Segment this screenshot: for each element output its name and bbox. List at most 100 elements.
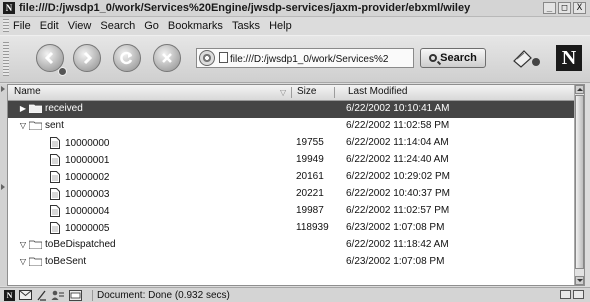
- file-row[interactable]: 10000004 19987 6/22/2002 11:02:57 PM: [8, 203, 576, 220]
- close-button[interactable]: X: [573, 2, 586, 14]
- window-title: file:///D:/jwsdp1_0/work/Services%20Engi…: [19, 2, 471, 14]
- stop-button[interactable]: [153, 44, 181, 72]
- title-bar: N file:///D:/jwsdp1_0/work/Services%20En…: [0, 0, 590, 17]
- forward-button[interactable]: [73, 44, 101, 72]
- file-icon: [50, 205, 60, 217]
- menu-go[interactable]: Go: [144, 20, 159, 32]
- file-modified: 6/22/2002 11:14:04 AM: [346, 137, 449, 148]
- search-label: Search: [440, 52, 477, 64]
- security-icon: [573, 290, 584, 299]
- folder-row-tobesent[interactable]: ▽ toBeSent 6/23/2002 1:07:08 PM: [8, 254, 576, 271]
- vertical-scrollbar[interactable]: [574, 85, 584, 285]
- column-header-last-modified[interactable]: Last Modified: [348, 86, 407, 97]
- print-icon[interactable]: [511, 47, 543, 69]
- file-size: 19755: [296, 137, 324, 148]
- file-icon: [50, 222, 60, 234]
- file-name: toBeDispatched: [45, 239, 116, 250]
- file-modified: 6/22/2002 11:18:42 AM: [346, 239, 449, 250]
- file-size: 20221: [296, 188, 324, 199]
- connection-icon: [560, 290, 571, 299]
- expanded-twisty-icon[interactable]: ▽: [18, 240, 28, 249]
- stop-icon: [162, 53, 172, 63]
- page-icon: [219, 51, 228, 63]
- file-name: 10000001: [65, 154, 110, 166]
- reload-button[interactable]: [113, 44, 141, 72]
- menubar-grip[interactable]: [3, 19, 9, 32]
- scroll-up-button[interactable]: [575, 85, 584, 94]
- file-name: received: [45, 103, 83, 114]
- netscape-icon[interactable]: N: [4, 289, 15, 301]
- menu-file[interactable]: File: [13, 20, 31, 32]
- mail-icon[interactable]: [19, 290, 32, 301]
- search-icon: [429, 54, 438, 62]
- file-row[interactable]: 10000005 118939 6/23/2002 1:07:08 PM: [8, 220, 576, 237]
- file-size: 20161: [296, 171, 324, 182]
- search-button[interactable]: Search: [420, 48, 486, 68]
- maximize-button[interactable]: □: [558, 2, 571, 14]
- file-modified: 6/22/2002 10:10:41 AM: [346, 103, 450, 114]
- toolbar-grip[interactable]: [3, 42, 9, 76]
- column-divider[interactable]: [334, 87, 335, 98]
- file-modified: 6/22/2002 10:40:37 PM: [346, 188, 450, 199]
- column-header-name[interactable]: Name: [14, 86, 41, 97]
- forward-icon: [83, 51, 93, 65]
- menu-edit[interactable]: Edit: [40, 20, 59, 32]
- folder-row-received[interactable]: ▶ received 6/22/2002 10:10:41 AM: [8, 101, 576, 118]
- folder-row-tobedispatched[interactable]: ▽ toBeDispatched 6/22/2002 11:18:42 AM: [8, 237, 576, 254]
- folder-icon: [29, 104, 42, 113]
- scroll-thumb[interactable]: [575, 95, 584, 269]
- browser-window: N file:///D:/jwsdp1_0/work/Services%20En…: [0, 0, 590, 302]
- online-status-indicator[interactable]: [560, 290, 586, 299]
- chat-icon[interactable]: [69, 289, 82, 301]
- reload-icon: [120, 51, 133, 65]
- sidebar-toggle-strip[interactable]: [0, 84, 7, 286]
- back-history-dropdown[interactable]: [58, 67, 67, 76]
- file-size: 19949: [296, 154, 324, 165]
- file-name: 10000003: [65, 188, 110, 200]
- collapsed-twisty-icon[interactable]: ▶: [18, 104, 28, 113]
- status-bar: N Document: Done (0.932 secs): [0, 287, 590, 302]
- minimize-button[interactable]: _: [543, 2, 556, 14]
- file-row[interactable]: 10000002 20161 6/22/2002 10:29:02 PM: [8, 169, 576, 186]
- file-modified: 6/22/2002 11:02:57 PM: [346, 205, 450, 216]
- menu-view[interactable]: View: [68, 20, 92, 32]
- sort-arrow-icon[interactable]: ▽: [280, 88, 286, 97]
- column-header-size[interactable]: Size: [297, 86, 316, 97]
- file-modified: 6/23/2002 1:07:08 PM: [346, 256, 445, 267]
- sidebar-open-arrow-icon[interactable]: [1, 86, 5, 92]
- scroll-down-button[interactable]: [575, 276, 584, 285]
- menu-bar: File Edit View Search Go Bookmarks Tasks…: [0, 17, 590, 34]
- file-size: 19987: [296, 205, 324, 216]
- file-row[interactable]: 10000000 19755 6/22/2002 11:14:04 AM: [8, 135, 576, 152]
- file-modified: 6/22/2002 10:29:02 PM: [346, 171, 450, 182]
- folder-row-sent[interactable]: ▽ sent 6/22/2002 11:02:58 PM: [8, 118, 576, 135]
- expanded-twisty-icon[interactable]: ▽: [18, 121, 28, 130]
- file-icon: [50, 137, 60, 149]
- url-text: file:///D:/jwsdp1_0/work/Services%2: [230, 53, 389, 65]
- expanded-twisty-icon[interactable]: ▽: [18, 257, 28, 266]
- file-name: 10000005: [65, 222, 110, 234]
- go-icon[interactable]: [199, 50, 215, 66]
- file-row[interactable]: 10000003 20221 6/22/2002 10:40:37 PM: [8, 186, 576, 203]
- file-icon: [50, 171, 60, 183]
- file-icon: [50, 154, 60, 166]
- url-field[interactable]: file:///D:/jwsdp1_0/work/Services%2: [196, 48, 414, 68]
- file-modified: 6/22/2002 11:02:58 PM: [346, 120, 450, 131]
- file-modified: 6/22/2002 11:24:40 AM: [346, 154, 449, 165]
- column-divider[interactable]: [291, 87, 292, 98]
- file-row[interactable]: 10000001 19949 6/22/2002 11:24:40 AM: [8, 152, 576, 169]
- file-name: 10000002: [65, 171, 110, 183]
- menu-help[interactable]: Help: [269, 20, 292, 32]
- sidebar-grip-arrow-icon[interactable]: [1, 184, 5, 190]
- navigation-toolbar: file:///D:/jwsdp1_0/work/Services%2 Sear…: [0, 35, 590, 83]
- menu-tasks[interactable]: Tasks: [232, 20, 260, 32]
- file-modified: 6/23/2002 1:07:08 PM: [346, 222, 445, 233]
- folder-icon: [29, 257, 42, 266]
- back-icon: [44, 51, 54, 65]
- composer-icon[interactable]: [36, 290, 47, 301]
- menu-search[interactable]: Search: [100, 20, 135, 32]
- address-book-icon[interactable]: [51, 290, 65, 301]
- file-size: 118939: [296, 222, 329, 233]
- menu-bookmarks[interactable]: Bookmarks: [168, 20, 223, 32]
- netscape-logo[interactable]: N: [556, 45, 582, 71]
